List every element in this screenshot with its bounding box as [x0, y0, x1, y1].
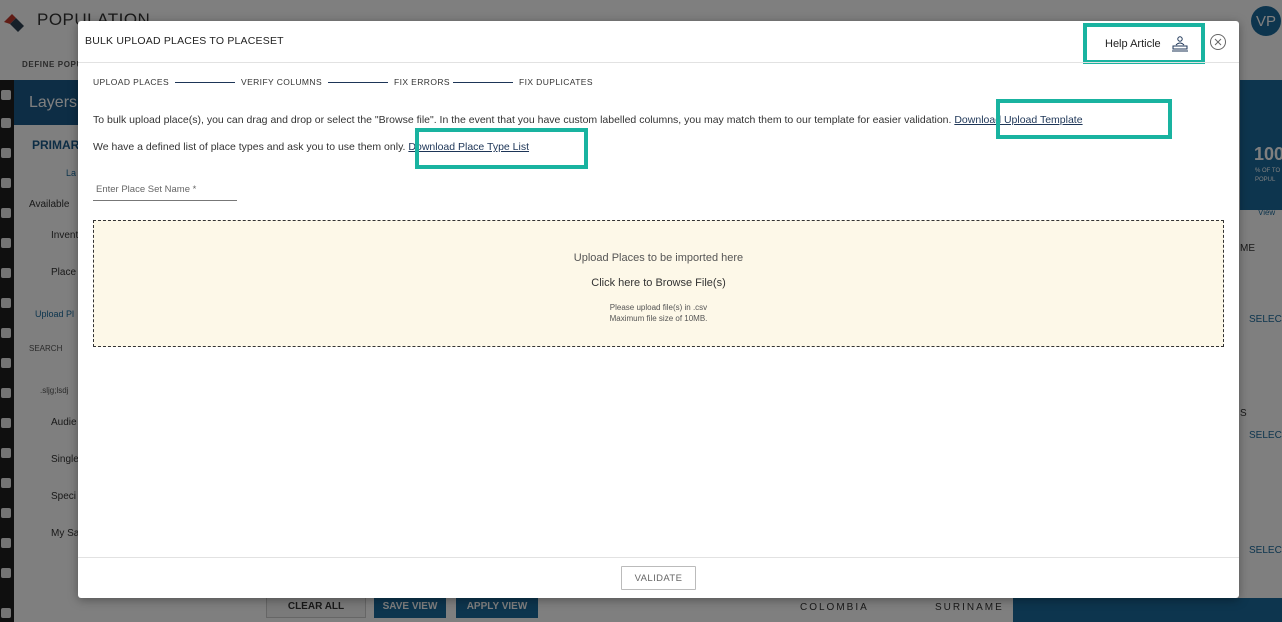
- step-connector: [453, 82, 513, 83]
- upload-instructions: To bulk upload place(s), you can drag an…: [93, 114, 1083, 126]
- dropzone-title: Upload Places to be imported here: [573, 252, 744, 264]
- person-desk-icon: [1171, 35, 1188, 51]
- close-icon[interactable]: [1209, 33, 1227, 51]
- validate-button[interactable]: VALIDATE: [621, 566, 696, 590]
- help-article-label: Help Article: [1105, 37, 1161, 50]
- place-set-name-input[interactable]: [93, 179, 237, 201]
- dropzone-size-note: Maximum file size of 10MB.: [609, 314, 708, 323]
- instructions-text: To bulk upload place(s), you can drag an…: [93, 114, 952, 126]
- dialog-title: BULK UPLOAD PLACES TO PLACESET: [85, 35, 284, 47]
- browse-files-link[interactable]: Click here to Browse File(s): [94, 277, 1223, 289]
- place-type-text: We have a defined list of place types an…: [93, 141, 406, 153]
- step-upload-places: UPLOAD PLACES: [93, 77, 170, 87]
- step-fix-duplicates: FIX DUPLICATES: [519, 77, 593, 87]
- step-connector: [175, 82, 235, 83]
- step-fix-errors: FIX ERRORS: [394, 77, 450, 87]
- highlight-box: [996, 99, 1172, 139]
- footer-divider: [78, 557, 1239, 558]
- bulk-upload-dialog: BULK UPLOAD PLACES TO PLACESET Help Arti…: [78, 21, 1239, 598]
- file-dropzone[interactable]: Upload Places to be imported here Click …: [93, 220, 1224, 347]
- highlight-box: [415, 128, 588, 169]
- dropzone-format-note: Please upload file(s) in .csv: [609, 303, 708, 312]
- step-verify-columns: VERIFY COLUMNS: [241, 77, 323, 87]
- help-article-button[interactable]: Help Article: [1083, 23, 1205, 64]
- header-divider: [78, 62, 1239, 63]
- step-connector: [328, 82, 388, 83]
